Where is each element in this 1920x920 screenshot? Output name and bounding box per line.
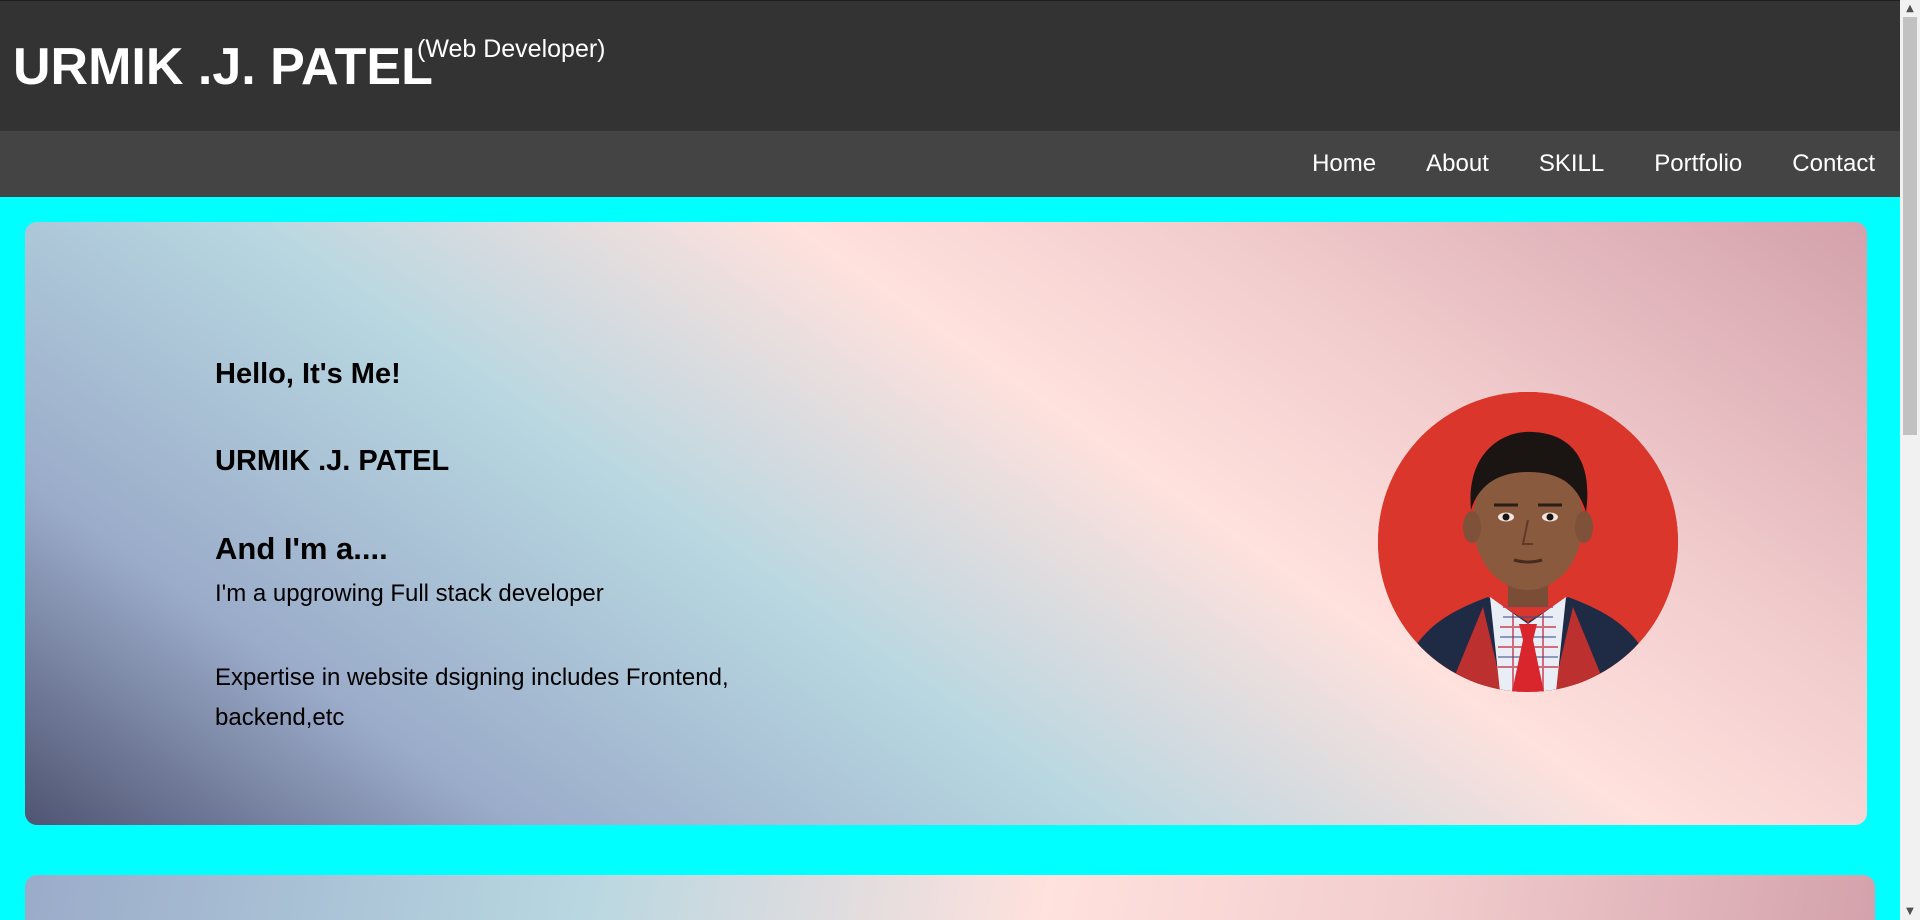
hero-name: URMIK .J. PATEL	[215, 445, 450, 477]
nav-link-contact[interactable]: Contact	[1792, 150, 1875, 177]
scroll-down-arrow-icon[interactable]: ▼	[1900, 903, 1920, 920]
page-scrollbar[interactable]: ▲ ▼	[1900, 0, 1920, 920]
nav-item-home: Home	[1312, 150, 1376, 178]
nav-link-portfolio[interactable]: Portfolio	[1654, 150, 1742, 177]
hero-section: Hello, It's Me! URMIK .J. PATEL And I'm …	[25, 222, 1867, 825]
nav-list: Home About SKILL Portfolio Contact	[1312, 131, 1875, 197]
nav-link-about[interactable]: About	[1426, 150, 1489, 177]
hero-role-heading: And I'm a....	[215, 531, 388, 566]
hero-expertise: Expertise in website dsigning includes F…	[215, 664, 729, 731]
nav-link-skill[interactable]: SKILL	[1539, 150, 1604, 177]
scroll-up-arrow-icon[interactable]: ▲	[1900, 0, 1920, 17]
profile-photo	[1378, 392, 1678, 692]
site-header: URMIK .J. PATEL (Web Developer)	[0, 0, 1900, 131]
nav-item-portfolio: Portfolio	[1654, 150, 1742, 178]
nav-item-about: About	[1426, 150, 1489, 178]
profile-portrait-icon	[1378, 392, 1678, 692]
site-title: URMIK .J. PATEL	[13, 38, 433, 96]
next-section	[25, 875, 1875, 920]
scroll-thumb[interactable]	[1903, 17, 1917, 435]
nav-bar: Home About SKILL Portfolio Contact	[0, 131, 1900, 197]
hero-tagline: I'm a upgrowing Full stack developer	[215, 580, 604, 607]
site-subtitle: (Web Developer)	[417, 35, 606, 63]
nav-item-skill: SKILL	[1539, 150, 1604, 178]
hero-greeting: Hello, It's Me!	[215, 358, 401, 390]
nav-link-home[interactable]: Home	[1312, 150, 1376, 177]
page-viewport: URMIK .J. PATEL (Web Developer) Home Abo…	[0, 0, 1900, 920]
nav-item-contact: Contact	[1792, 150, 1875, 178]
